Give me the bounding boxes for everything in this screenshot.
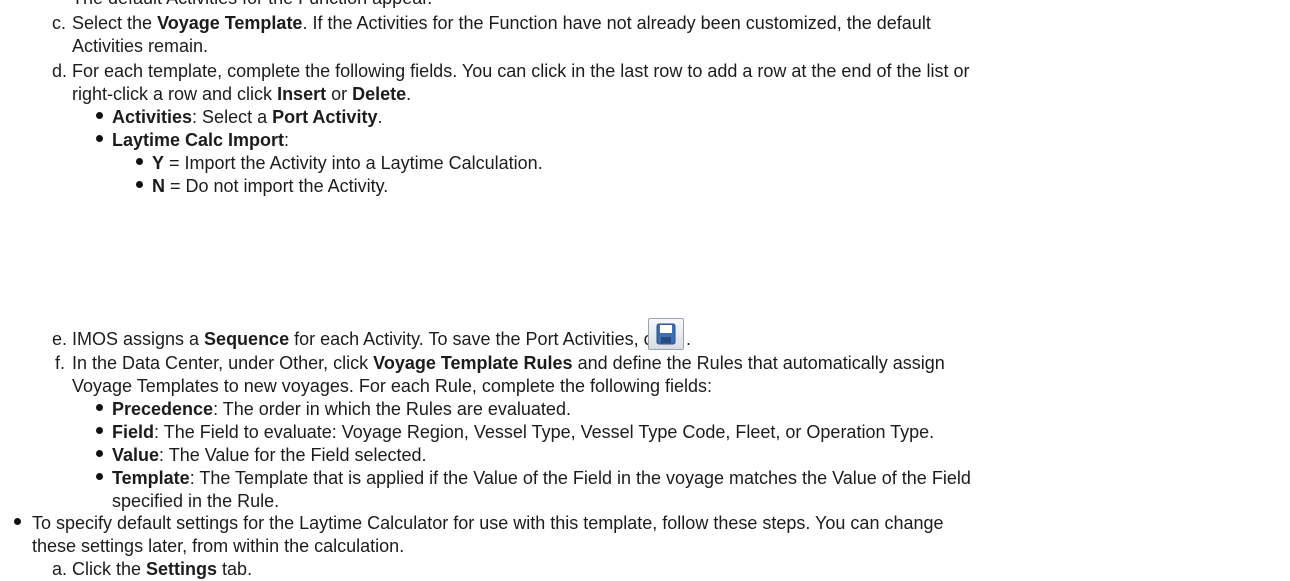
bullet-template: [96, 473, 103, 480]
step-d-line-2: right-click a row and click Insert or De…: [72, 84, 412, 104]
step-c-line-1: Select the Voyage Template. If the Activ…: [72, 13, 931, 33]
step-marker-a: a.: [52, 559, 68, 579]
step-f-line-1: In the Data Center, under Other, click V…: [72, 353, 945, 373]
bullet-value: [96, 450, 103, 457]
bullet-field: [96, 427, 103, 434]
step-marker-c: c.: [52, 13, 67, 33]
laytime-calc-item: Laytime Calc Import:: [112, 130, 290, 150]
step-e-end: .: [686, 329, 692, 349]
step-marker-d: d.: [52, 61, 68, 81]
laytime-settings-line-1: To specify default settings for the Layt…: [32, 513, 944, 533]
n-item: N = Do not import the Activity.: [152, 176, 389, 196]
laytime-settings-line-2: these settings later, from within the ca…: [32, 536, 405, 556]
bullet-y: [136, 158, 143, 165]
bullet-activities: [96, 112, 103, 119]
bullet-precedence: [96, 404, 103, 411]
precedence-item: Precedence: The order in which the Rules…: [112, 399, 571, 419]
insert-term: Insert: [277, 84, 327, 104]
bullet-n: [136, 181, 143, 188]
delete-term: Delete: [352, 84, 407, 104]
settings-term: Settings: [146, 559, 218, 579]
bullet-laytime-settings: [14, 518, 21, 525]
step-a-line: Click the Settings tab.: [72, 559, 253, 579]
step-marker-f: f.: [55, 353, 66, 373]
bullet-laytime-calc: [96, 135, 103, 142]
step-d-line-1: For each template, complete the followin…: [72, 61, 970, 81]
step-e-line: IMOS assigns a Sequence for each Activit…: [72, 329, 679, 349]
activities-item: Activities: Select a Port Activity.: [112, 107, 383, 127]
sequence-term: Sequence: [204, 329, 290, 349]
step-marker-e: e.: [52, 329, 68, 349]
voyage-template-term: Voyage Template: [157, 13, 303, 33]
save-icon: [648, 318, 684, 350]
voyage-template-rules-term: Voyage Template Rules: [373, 353, 573, 373]
template-item-cont: specified in the Rule.: [112, 491, 280, 511]
value-item: Value: The Value for the Field selected.: [112, 445, 427, 465]
template-item: Template: The Template that is applied i…: [112, 468, 971, 488]
field-item: Field: The Field to evaluate: Voyage Reg…: [112, 422, 935, 442]
step-f-line-2: Voyage Templates to new voyages. For eac…: [72, 376, 713, 396]
y-item: Y = Import the Activity into a Laytime C…: [152, 153, 543, 173]
step-c-line-2: Activities remain.: [72, 36, 209, 56]
fragment-text: The default Activities for the Function …: [72, 0, 432, 10]
